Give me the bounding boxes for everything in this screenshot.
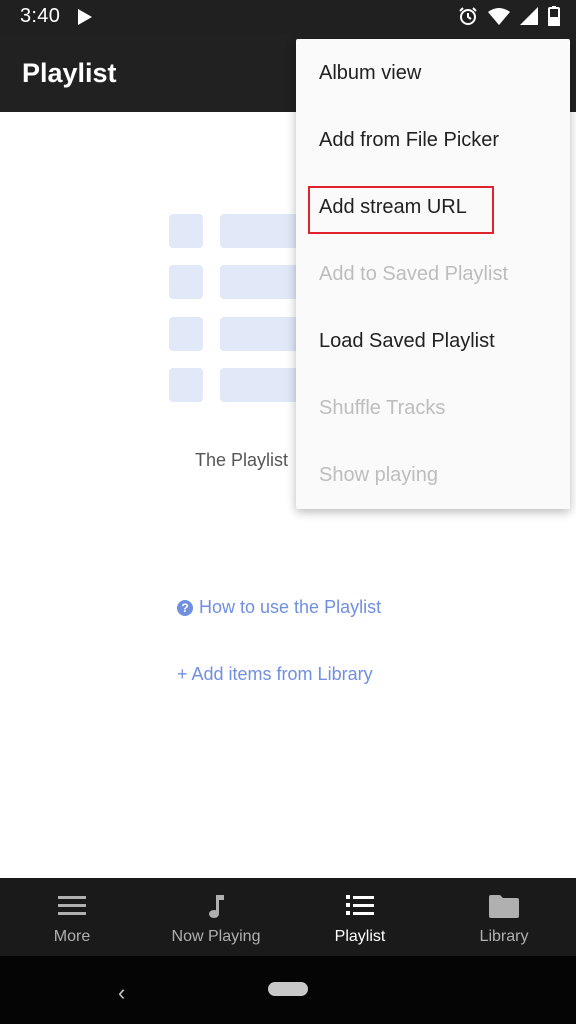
how-to-use-label: How to use the Playlist bbox=[199, 597, 382, 617]
back-icon[interactable]: ‹ bbox=[118, 980, 125, 1006]
menu-item-album-view[interactable]: Album view bbox=[296, 40, 570, 107]
folder-icon bbox=[489, 895, 519, 918]
menu-item-shuffle-tracks: Shuffle Tracks bbox=[319, 397, 446, 419]
how-to-use-link[interactable]: ? How to use the Playlist bbox=[177, 597, 381, 618]
nav-item-library[interactable]: Library bbox=[432, 878, 576, 956]
nav-item-now-playing[interactable]: Now Playing bbox=[144, 878, 288, 956]
highlight-box bbox=[308, 186, 494, 234]
status-icons bbox=[458, 6, 560, 26]
illustration-square bbox=[169, 368, 203, 402]
nav-label-playlist: Playlist bbox=[334, 928, 386, 945]
menu-item-add-from-file-picker[interactable]: Add from File Picker bbox=[296, 107, 570, 174]
home-icon[interactable] bbox=[268, 982, 308, 996]
alarm-icon bbox=[459, 7, 477, 25]
system-nav-bar: ‹ bbox=[0, 956, 576, 1024]
menu-item-show-playing: Show playing bbox=[319, 464, 438, 486]
play-icon bbox=[78, 9, 92, 25]
music-note-icon bbox=[209, 895, 224, 918]
status-bar: 3:40 bbox=[0, 0, 576, 34]
illustration-square bbox=[169, 317, 203, 351]
status-time: 3:40 bbox=[20, 5, 61, 27]
battery-icon bbox=[548, 6, 560, 26]
nav-item-more[interactable]: More bbox=[0, 878, 144, 956]
overflow-menu: Album view Add from File Picker Add stre… bbox=[296, 39, 570, 509]
page-title: Playlist bbox=[22, 58, 117, 88]
add-from-library-link[interactable]: + Add items from Library bbox=[177, 664, 373, 685]
help-icon: ? bbox=[177, 599, 193, 616]
nav-label-more: More bbox=[53, 928, 91, 945]
nav-label-library: Library bbox=[479, 928, 529, 945]
illustration-square bbox=[169, 265, 203, 299]
bottom-nav: More Now Playing Playlist Library bbox=[0, 878, 576, 956]
illustration-square bbox=[169, 214, 203, 248]
wifi-icon bbox=[488, 8, 510, 25]
signal-icon bbox=[520, 7, 538, 25]
menu-item-add-to-saved-playlist: Add to Saved Playlist bbox=[319, 263, 508, 285]
menu-icon bbox=[58, 896, 86, 915]
nav-label-now-playing: Now Playing bbox=[171, 928, 261, 945]
nav-item-playlist[interactable]: Playlist bbox=[288, 878, 432, 956]
list-icon bbox=[346, 895, 374, 915]
menu-item-load-saved-playlist[interactable]: Load Saved Playlist bbox=[296, 308, 570, 375]
empty-message-text: The Playlist bbox=[195, 450, 289, 470]
